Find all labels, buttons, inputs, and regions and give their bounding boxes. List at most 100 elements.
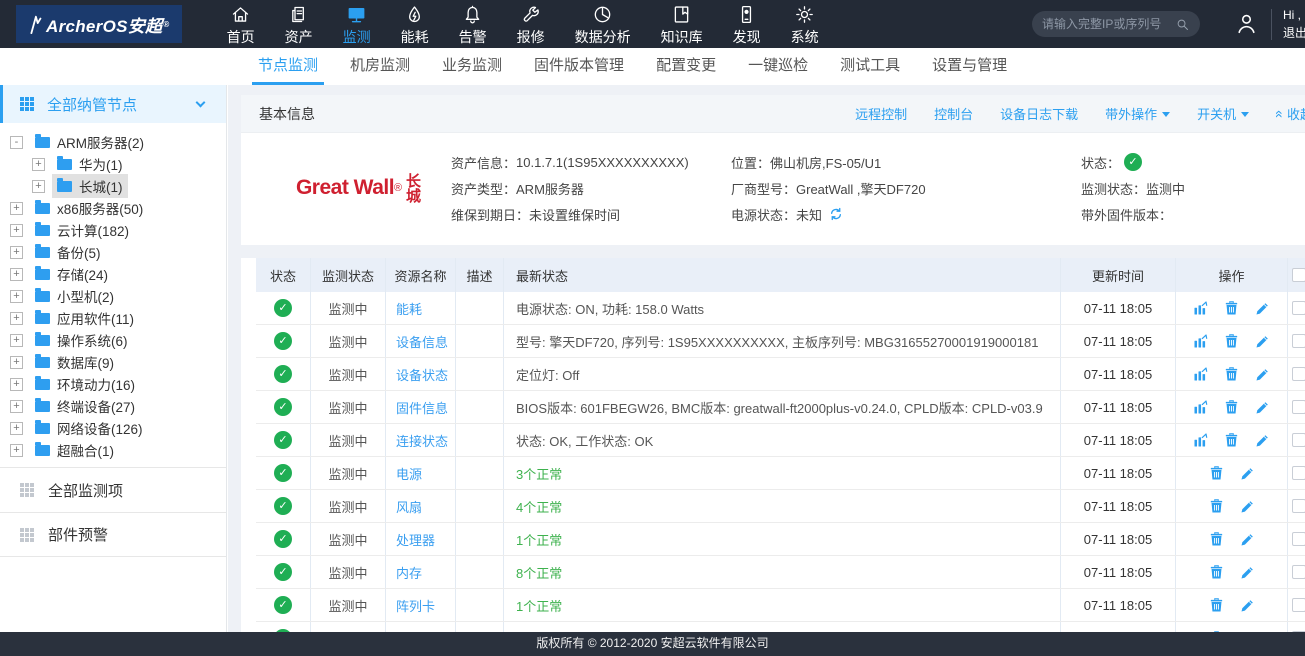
tree-node[interactable]: + 应用软件(11) [0, 307, 226, 329]
resource-link[interactable]: 风扇 [396, 497, 422, 516]
edit-icon[interactable] [1239, 531, 1256, 548]
resource-link[interactable]: 设备信息 [396, 332, 448, 351]
tree-node-body[interactable]: x86服务器(50) [30, 196, 148, 220]
tree-node-body[interactable]: 终端设备(27) [30, 394, 140, 418]
collapse-control[interactable]: 收起 [1276, 104, 1305, 123]
delete-icon[interactable] [1208, 531, 1225, 548]
tree-node-body[interactable]: 云计算(182) [30, 218, 134, 242]
tree-node-body[interactable]: 小型机(2) [30, 284, 119, 308]
subnav-tab[interactable]: 机房监测 [334, 48, 426, 85]
tree-expander-icon[interactable]: + [10, 224, 23, 237]
nav-item-knowledge[interactable]: 知识库 [646, 1, 718, 47]
resource-link[interactable]: 连接状态 [396, 431, 448, 450]
delete-icon[interactable] [1223, 399, 1240, 416]
delete-icon[interactable] [1208, 564, 1225, 581]
tree-node[interactable]: + 环境动力(16) [0, 373, 226, 395]
nav-item-monitor[interactable]: 监测 [328, 1, 386, 47]
refresh-icon[interactable] [828, 206, 844, 222]
tree-node-body[interactable]: 长城(1) [52, 174, 128, 198]
edit-icon[interactable] [1239, 564, 1256, 581]
edit-icon[interactable] [1254, 432, 1271, 449]
delete-icon[interactable] [1223, 300, 1240, 317]
edit-icon[interactable] [1254, 333, 1271, 350]
delete-icon[interactable] [1208, 597, 1225, 614]
history-chart-icon[interactable] [1192, 432, 1209, 449]
search-input[interactable] [1042, 17, 1175, 31]
search-icon[interactable] [1175, 17, 1190, 32]
tree-expander-icon[interactable]: + [32, 180, 45, 193]
nav-item-repair[interactable]: 报修 [502, 1, 560, 47]
resource-link[interactable]: 处理器 [396, 530, 435, 549]
subnav-tab[interactable]: 测试工具 [824, 48, 916, 85]
tree-node[interactable]: + 长城(1) [0, 175, 226, 197]
tree-node-body[interactable]: 操作系统(6) [30, 328, 133, 352]
row-checkbox[interactable] [1292, 499, 1305, 513]
tree-expander-icon[interactable]: + [10, 246, 23, 259]
nav-item-assets[interactable]: 资产 [270, 1, 328, 47]
tree-node-body[interactable]: 网络设备(126) [30, 416, 148, 440]
tree-expander-icon[interactable]: + [10, 400, 23, 413]
tree-expander-icon[interactable]: + [10, 268, 23, 281]
panel-action-link[interactable]: 远程控制 [855, 104, 907, 123]
edit-icon[interactable] [1254, 366, 1271, 383]
delete-icon[interactable] [1208, 465, 1225, 482]
nav-item-alarm[interactable]: 告警 [444, 1, 502, 47]
panel-action-link[interactable]: 带外操作 [1105, 104, 1170, 123]
subnav-tab[interactable]: 固件版本管理 [518, 48, 640, 85]
tree-expander-icon[interactable]: + [32, 158, 45, 171]
tree-node[interactable]: + 云计算(182) [0, 219, 226, 241]
subnav-tab[interactable]: 一键巡检 [732, 48, 824, 85]
row-checkbox[interactable] [1292, 598, 1305, 612]
tree-node-body[interactable]: 环境动力(16) [30, 372, 140, 396]
edit-icon[interactable] [1239, 597, 1256, 614]
tree-node-body[interactable]: 应用软件(11) [30, 306, 139, 330]
tree-node[interactable]: + 华为(1) [0, 153, 226, 175]
tree-node[interactable]: + 数据库(9) [0, 351, 226, 373]
row-checkbox[interactable] [1292, 334, 1305, 348]
tree-node[interactable]: + x86服务器(50) [0, 197, 226, 219]
nav-item-home[interactable]: 首页 [212, 1, 270, 47]
tree-node[interactable]: + 操作系统(6) [0, 329, 226, 351]
history-chart-icon[interactable] [1192, 366, 1209, 383]
tree-node-body[interactable]: ARM服务器(2) [30, 130, 149, 154]
sidebar-item-part-warning[interactable]: 部件预警 [0, 512, 226, 557]
row-checkbox[interactable] [1292, 301, 1305, 315]
tree-expander-icon[interactable]: + [10, 334, 23, 347]
nav-item-energy[interactable]: 能耗 [386, 1, 444, 47]
select-all-checkbox[interactable] [1292, 268, 1305, 282]
panel-action-link[interactable]: 设备日志下载 [1000, 104, 1078, 123]
panel-action-link[interactable]: 控制台 [934, 104, 973, 123]
tree-node[interactable]: + 网络设备(126) [0, 417, 226, 439]
resource-link[interactable]: 电源 [396, 464, 422, 483]
nav-item-system[interactable]: 系统 [776, 1, 834, 47]
edit-icon[interactable] [1254, 300, 1271, 317]
tree-node[interactable]: + 存储(24) [0, 263, 226, 285]
tree-node[interactable]: - ARM服务器(2) [0, 131, 226, 153]
delete-icon[interactable] [1223, 333, 1240, 350]
resource-link[interactable]: 阵列卡 [396, 596, 435, 615]
tree-expander-icon[interactable]: + [10, 422, 23, 435]
panel-action-link[interactable]: 开关机 [1197, 104, 1249, 123]
resource-link[interactable]: 设备状态 [396, 365, 448, 384]
tree-node[interactable]: + 终端设备(27) [0, 395, 226, 417]
app-logo[interactable]: ArcherOS安超® [16, 5, 182, 43]
delete-icon[interactable] [1208, 498, 1225, 515]
tree-expander-icon[interactable]: + [10, 356, 23, 369]
history-chart-icon[interactable] [1192, 399, 1209, 416]
tree-node-body[interactable]: 超融合(1) [30, 438, 119, 462]
tree-expander-icon[interactable]: + [10, 444, 23, 457]
row-checkbox[interactable] [1292, 466, 1305, 480]
resource-link[interactable]: 能耗 [396, 299, 422, 318]
logout-link[interactable]: 退出 [1283, 24, 1305, 42]
sidebar-header-all-nodes[interactable]: 全部纳管节点 [0, 85, 226, 123]
resource-link[interactable]: 内存 [396, 563, 422, 582]
tree-node[interactable]: + 备份(5) [0, 241, 226, 263]
row-checkbox[interactable] [1292, 433, 1305, 447]
history-chart-icon[interactable] [1192, 333, 1209, 350]
edit-icon[interactable] [1239, 465, 1256, 482]
tree-node[interactable]: + 超融合(1) [0, 439, 226, 461]
tree-expander-icon[interactable]: + [10, 290, 23, 303]
subnav-tab[interactable]: 设置与管理 [916, 48, 1023, 85]
tree-node-body[interactable]: 数据库(9) [30, 350, 119, 374]
nav-item-discover[interactable]: 发现 [718, 1, 776, 47]
